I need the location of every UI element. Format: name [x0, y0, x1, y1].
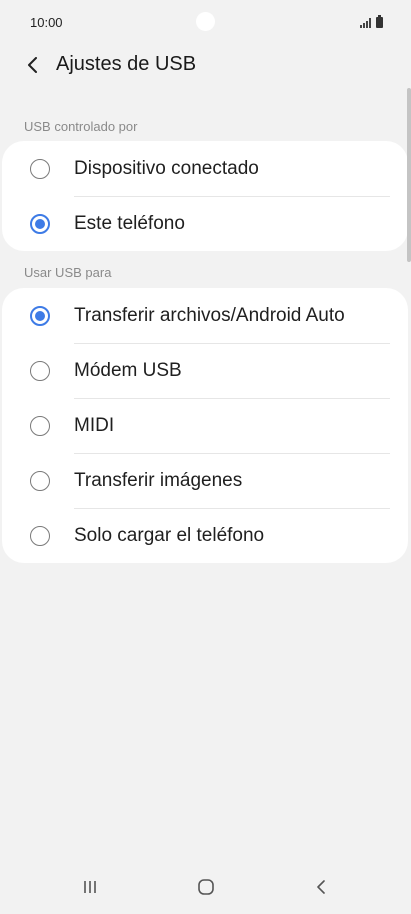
- option-transfer-images[interactable]: Transferir imágenes: [2, 453, 408, 508]
- radio-button[interactable]: [30, 158, 50, 179]
- option-label: MIDI: [74, 414, 115, 436]
- status-icons: [360, 15, 383, 28]
- use-usb-for-card: Transferir archivos/Android Auto Módem U…: [2, 288, 408, 563]
- usb-controlled-by-card: Dispositivo conectado Este teléfono: [2, 141, 408, 251]
- home-button[interactable]: [186, 870, 226, 904]
- navigation-bar: [0, 860, 411, 914]
- option-label: Módem USB: [74, 359, 182, 381]
- section-label-use-usb-for: Usar USB para: [24, 265, 112, 280]
- radio-button[interactable]: [30, 360, 50, 381]
- option-label: Este teléfono: [74, 212, 185, 234]
- option-label: Solo cargar el teléfono: [74, 524, 265, 546]
- option-connected-device[interactable]: Dispositivo conectado: [2, 141, 408, 196]
- back-icon: [317, 880, 325, 894]
- nav-back-button[interactable]: [301, 870, 341, 904]
- option-label: Transferir archivos/Android Auto: [74, 304, 345, 326]
- option-usb-modem[interactable]: Módem USB: [2, 343, 408, 398]
- option-label: Transferir imágenes: [74, 469, 243, 491]
- status-bar: 10:00: [0, 0, 411, 44]
- recent-apps-button[interactable]: [70, 870, 110, 904]
- status-time: 10:00: [30, 15, 63, 30]
- camera-cutout: [196, 12, 215, 31]
- option-midi[interactable]: MIDI: [2, 398, 408, 453]
- option-charge-only[interactable]: Solo cargar el teléfono: [2, 508, 408, 563]
- battery-icon: [376, 15, 383, 28]
- radio-button-checked[interactable]: [30, 213, 50, 234]
- chevron-left-icon: [28, 57, 37, 73]
- signal-icon: [360, 17, 371, 28]
- radio-button[interactable]: [30, 525, 50, 546]
- scrollbar[interactable]: [407, 88, 411, 262]
- radio-button[interactable]: [30, 470, 50, 491]
- usb-settings-screen: 10:00 Ajustes de USB USB controlado por …: [0, 0, 411, 914]
- home-icon: [198, 879, 214, 895]
- app-bar: Ajustes de USB: [0, 40, 411, 90]
- recent-apps-icon: [84, 881, 96, 893]
- page-title: Ajustes de USB: [56, 53, 197, 75]
- option-label: Dispositivo conectado: [74, 157, 259, 179]
- radio-button[interactable]: [30, 415, 50, 436]
- option-this-phone[interactable]: Este teléfono: [2, 196, 408, 251]
- radio-button-checked[interactable]: [30, 305, 50, 326]
- section-label-usb-controlled-by: USB controlado por: [24, 119, 138, 134]
- back-button[interactable]: [18, 50, 48, 80]
- option-transfer-files[interactable]: Transferir archivos/Android Auto: [2, 288, 408, 343]
